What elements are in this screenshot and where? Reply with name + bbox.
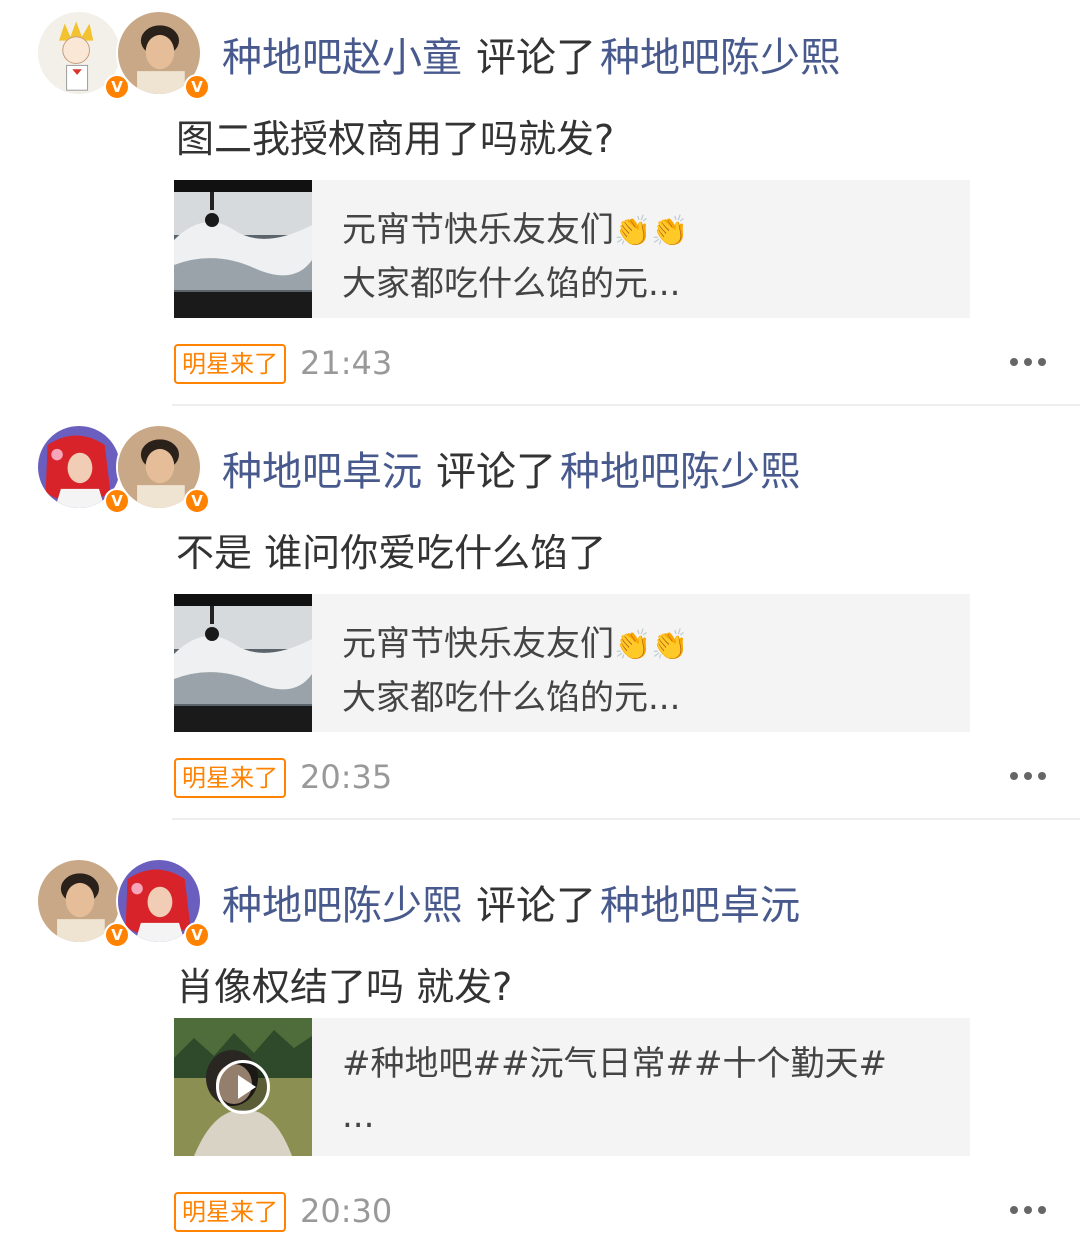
comment-text: 图二我授权商用了吗就发? [176,117,615,161]
verified-v-icon: V [184,488,210,514]
comment-header: 种地吧陈少熙 评论了 种地吧卓沅 [222,882,800,930]
more-dots-icon[interactable] [1010,772,1046,782]
quoted-post-line: 元宵节快乐友友们 [342,210,614,250]
avatar-group: V V [36,424,210,516]
timestamp: 20:30 [300,1192,393,1230]
target-name[interactable]: 种地吧卓沅 [600,883,800,929]
comment-text: 肖像权结了吗 就发? [176,965,513,1009]
commenter-name[interactable]: 种地吧陈少熙 [222,883,462,929]
verified-v-icon: V [184,74,210,100]
timestamp: 21:43 [300,344,393,382]
quoted-post-card[interactable]: 元宵节快乐友友们👏👏 大家都吃什么馅的元... [174,594,970,732]
quoted-post-text: 元宵节快乐友友们👏👏 大家都吃什么馅的元... [342,618,689,724]
quoted-post-line: 大家都吃什么馅的元... [342,264,681,304]
post-thumbnail [174,180,312,318]
quoted-post-card[interactable]: 元宵节快乐友友们👏👏 大家都吃什么馅的元... [174,180,970,318]
quoted-post-line: ... [342,1096,375,1136]
quoted-post-text: #种地吧##沅气日常##十个勤天# ... [342,1038,887,1142]
comment-header: 种地吧卓沅 评论了 种地吧陈少熙 [222,448,800,496]
more-dots-icon[interactable] [1010,358,1046,368]
source-tag[interactable]: 明星来了 [174,344,286,384]
commenter-name[interactable]: 种地吧卓沅 [222,449,422,495]
play-icon[interactable] [216,1060,270,1114]
action-label: 评论了 [436,449,556,495]
verified-v-icon: V [104,922,130,948]
comment-feed: V V 种地吧赵小童 评论了 种地吧陈少熙 图二我授权商用了吗就发? 元宵节快乐… [0,0,1080,1252]
source-tag[interactable]: 明星来了 [174,1192,286,1232]
target-name[interactable]: 种地吧陈少熙 [560,449,800,495]
quoted-post-card[interactable]: #种地吧##沅气日常##十个勤天# ... [174,1018,970,1156]
quoted-post-line: 元宵节快乐友友们 [342,624,614,664]
more-dots-icon[interactable] [1010,1206,1046,1216]
comment-item: V V 种地吧卓沅 评论了 种地吧陈少熙 不是 谁问你爱吃什么馅了 元宵节快乐友… [0,424,1080,824]
verified-v-icon: V [104,74,130,100]
target-name[interactable]: 种地吧陈少熙 [600,35,840,81]
post-thumbnail[interactable] [174,1018,312,1156]
divider [172,818,1080,820]
action-label: 评论了 [476,35,596,81]
post-thumbnail [174,594,312,732]
comment-item: V V 种地吧陈少熙 评论了 种地吧卓沅 肖像权结了吗 就发? #种地吧##沅气… [0,858,1080,1252]
clap-emoji: 👏👏 [614,628,689,663]
verified-v-icon: V [104,488,130,514]
quoted-post-line: #种地吧##沅气日常##十个勤天# [342,1044,887,1084]
comment-item: V V 种地吧赵小童 评论了 种地吧陈少熙 图二我授权商用了吗就发? 元宵节快乐… [0,10,1080,410]
quoted-post-text: 元宵节快乐友友们👏👏 大家都吃什么馅的元... [342,204,689,310]
clap-emoji: 👏👏 [614,214,689,249]
commenter-name[interactable]: 种地吧赵小童 [222,35,462,81]
divider [172,404,1080,406]
comment-text: 不是 谁问你爱吃什么馅了 [176,531,607,575]
comment-header: 种地吧赵小童 评论了 种地吧陈少熙 [222,34,840,82]
avatar-group: V V [36,10,210,102]
verified-v-icon: V [184,922,210,948]
quoted-post-line: 大家都吃什么馅的元... [342,678,681,718]
timestamp: 20:35 [300,758,393,796]
action-label: 评论了 [476,883,596,929]
source-tag[interactable]: 明星来了 [174,758,286,798]
avatar-group: V V [36,858,210,950]
